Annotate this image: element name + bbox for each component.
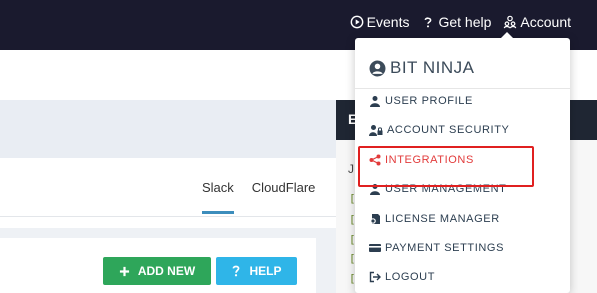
menu-item-integrations[interactable]: INTEGRATIONS bbox=[369, 154, 474, 166]
tab-slack[interactable]: Slack bbox=[202, 180, 234, 214]
menu-item-label: LICENSE MANAGER bbox=[385, 213, 500, 225]
add-new-button[interactable]: ADD NEW bbox=[103, 257, 211, 285]
user-circle-icon bbox=[369, 60, 386, 76]
events-link[interactable]: Events bbox=[350, 14, 410, 30]
play-circle-icon bbox=[350, 15, 364, 29]
side-panel-text: J bbox=[348, 162, 354, 176]
menu-item-user-management[interactable]: USER MANAGEMENT bbox=[369, 183, 506, 195]
question-icon bbox=[233, 265, 240, 277]
account-label: Account bbox=[520, 14, 571, 30]
content-header-bar bbox=[0, 100, 336, 158]
dropdown-caret bbox=[501, 32, 513, 38]
events-label: Events bbox=[366, 14, 410, 30]
menu-item-label: PAYMENT SETTINGS bbox=[385, 242, 505, 254]
menu-item-user-profile[interactable]: USER PROFILE bbox=[369, 95, 473, 107]
license-icon bbox=[370, 214, 380, 224]
get-help-label: Get help bbox=[438, 14, 492, 30]
add-new-label: ADD NEW bbox=[137, 264, 196, 278]
menu-item-label: INTEGRATIONS bbox=[385, 154, 474, 166]
menu-item-label: USER MANAGEMENT bbox=[385, 183, 507, 195]
tab-cloudflare[interactable]: CloudFlare bbox=[252, 180, 316, 214]
menu-item-label: USER PROFILE bbox=[385, 95, 473, 107]
menu-item-payment-settings[interactable]: PAYMENT SETTINGS bbox=[369, 242, 504, 254]
account-link[interactable]: Account bbox=[503, 14, 571, 30]
help-label: HELP bbox=[249, 264, 282, 278]
user-icon bbox=[370, 96, 380, 107]
share-icon bbox=[369, 154, 381, 166]
users-icon bbox=[370, 184, 380, 195]
menu-item-label: LOGOUT bbox=[385, 271, 436, 283]
menu-item-account-security[interactable]: ACCOUNT SECURITY bbox=[369, 124, 509, 136]
users-icon bbox=[504, 15, 517, 29]
account-dropdown: BIT NINJA USER PROFILE ACCOUNT SECURITY … bbox=[355, 32, 570, 293]
menu-item-label: ACCOUNT SECURITY bbox=[387, 124, 510, 136]
dropdown-title: BIT NINJA bbox=[369, 58, 474, 78]
top-nav: Events Get help Account bbox=[350, 14, 571, 30]
question-icon bbox=[425, 17, 432, 28]
dropdown-divider bbox=[355, 88, 570, 89]
help-button[interactable]: HELP bbox=[216, 257, 297, 285]
plus-icon bbox=[119, 266, 129, 276]
get-help-link[interactable]: Get help bbox=[421, 14, 491, 30]
menu-item-license-manager[interactable]: LICENSE MANAGER bbox=[369, 213, 500, 225]
integration-tabs: Slack CloudFlare bbox=[202, 180, 315, 214]
user-lock-icon bbox=[369, 125, 383, 136]
menu-item-logout[interactable]: LOGOUT bbox=[369, 271, 435, 283]
dropdown-title-text: BIT NINJA bbox=[390, 58, 475, 77]
tabs-divider bbox=[0, 216, 336, 217]
logout-icon bbox=[369, 271, 381, 283]
credit-card-icon bbox=[369, 244, 381, 252]
